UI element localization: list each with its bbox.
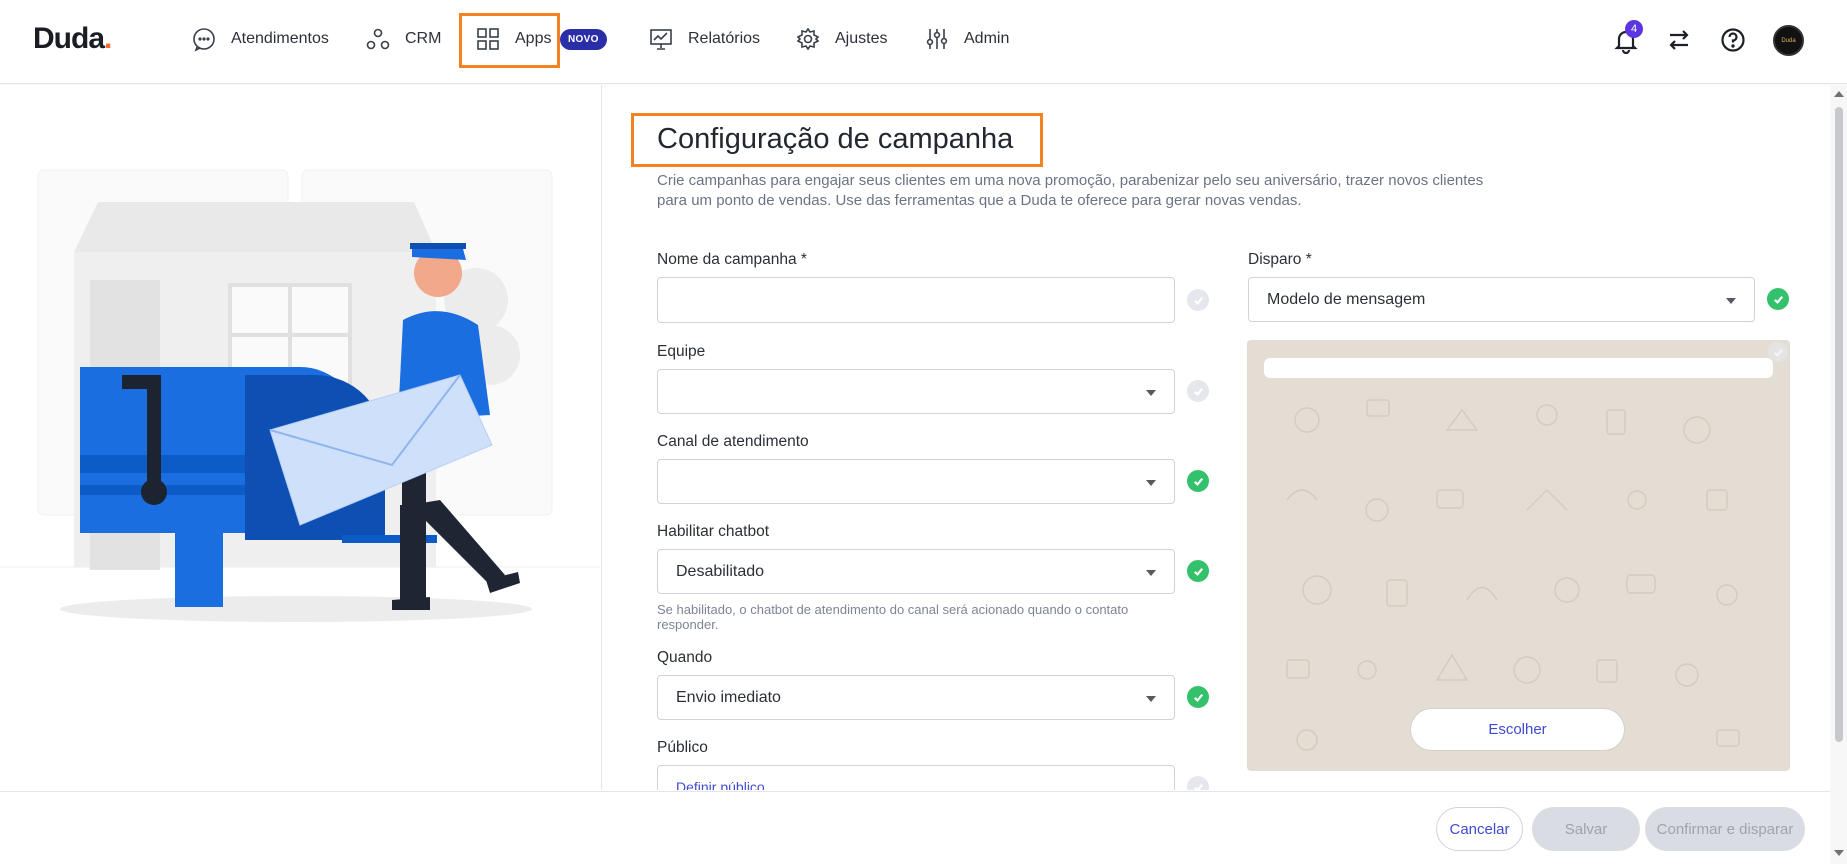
campaign-name-label: Nome da campanha *	[657, 251, 807, 268]
scroll-down-arrow-icon[interactable]	[1834, 850, 1844, 856]
nav-item-admin[interactable]: Admin	[924, 20, 1009, 58]
audience-status-icon	[1187, 776, 1209, 790]
scroll-up-arrow-icon[interactable]	[1834, 91, 1844, 97]
campaign-name-input[interactable]	[657, 277, 1175, 323]
chevron-down-icon	[1726, 298, 1736, 304]
channel-label: Canal de atendimento	[657, 433, 809, 450]
page-scrollbar[interactable]	[1830, 85, 1847, 864]
page-title: Configuração de campanha	[657, 123, 1014, 155]
team-select[interactable]	[657, 369, 1175, 414]
chat-bubble-icon	[193, 28, 215, 52]
notification-count-badge: 4	[1625, 20, 1643, 38]
preview-status-icon	[1768, 342, 1788, 362]
nav-item-relatorios[interactable]: Relatórios	[648, 20, 760, 58]
chevron-down-icon	[1146, 390, 1156, 396]
chevron-down-icon	[1146, 696, 1156, 702]
audience-field[interactable]: Definir público	[657, 765, 1175, 790]
nav-item-atendimentos[interactable]: Atendimentos	[191, 20, 329, 58]
choose-template-button[interactable]: Escolher	[1410, 708, 1625, 751]
apps-grid-icon	[477, 28, 499, 50]
nav-item-ajustes[interactable]: Ajustes	[795, 20, 887, 58]
nav-label-relatorios: Relatórios	[688, 30, 761, 47]
define-audience-link[interactable]: Definir público	[676, 779, 765, 790]
user-avatar[interactable]: Duda	[1773, 25, 1804, 56]
confirm-send-button[interactable]: Confirmar e disparar	[1645, 807, 1805, 851]
top-navigation-bar: Duda. Atendimentos CRM Apps NOVO Relatór…	[0, 0, 1847, 84]
cancel-button[interactable]: Cancelar	[1436, 807, 1523, 851]
nav-item-crm[interactable]: CRM	[365, 20, 441, 58]
chatbot-status-icon	[1187, 560, 1209, 582]
crm-nodes-icon	[366, 28, 390, 50]
duda-logo[interactable]: Duda.	[33, 22, 112, 56]
scroll-thumb[interactable]	[1835, 107, 1843, 742]
nav-label-ajustes: Ajustes	[835, 30, 888, 47]
save-button[interactable]: Salvar	[1532, 807, 1640, 851]
help-icon[interactable]	[1719, 26, 1747, 54]
trigger-label: Disparo *	[1248, 251, 1312, 268]
chat-wallpaper-pattern	[1286, 399, 1740, 751]
when-status-icon	[1187, 686, 1209, 708]
footer-actions: Cancelar Salvar Confirmar e disparar	[0, 791, 1830, 864]
nav-item-apps[interactable]: Apps	[475, 20, 551, 58]
team-status-icon	[1187, 380, 1209, 402]
channel-select[interactable]	[657, 459, 1175, 504]
swap-arrows-icon[interactable]	[1665, 26, 1693, 54]
chevron-down-icon	[1146, 570, 1156, 576]
trigger-select[interactable]: Modelo de mensagem	[1248, 277, 1755, 322]
message-preview-bubble	[1264, 358, 1773, 378]
team-label: Equipe	[657, 343, 706, 360]
when-select[interactable]: Envio imediato	[657, 675, 1175, 720]
nav-label-crm: CRM	[405, 30, 442, 47]
trigger-status-icon	[1767, 288, 1789, 310]
when-label: Quando	[657, 649, 713, 666]
illustration-panel	[0, 85, 602, 790]
chatbot-hint: Se habilitado, o chatbot de atendimento …	[657, 602, 1129, 632]
mailbox-illustration	[0, 169, 602, 622]
nav-label-admin: Admin	[964, 30, 1010, 47]
page-description: Crie campanhas para engajar seus cliente…	[657, 172, 1484, 209]
audience-label: Público	[657, 739, 708, 756]
chatbot-select[interactable]: Desabilitado	[657, 549, 1175, 594]
campaign-config-content: Configuração de campanha Crie campanhas …	[603, 85, 1823, 790]
chevron-down-icon	[1146, 480, 1156, 486]
chatbot-label: Habilitar chatbot	[657, 523, 770, 540]
sliders-icon	[926, 29, 948, 49]
message-preview-panel: Escolher	[1247, 340, 1790, 771]
nav-label-apps: Apps	[515, 30, 552, 47]
gear-icon	[796, 27, 820, 51]
campaign-name-status-icon	[1187, 289, 1209, 311]
channel-status-icon	[1187, 470, 1209, 492]
novo-badge: NOVO	[560, 29, 607, 50]
nav-label-atendimentos: Atendimentos	[231, 30, 329, 47]
presentation-chart-icon	[650, 29, 672, 50]
